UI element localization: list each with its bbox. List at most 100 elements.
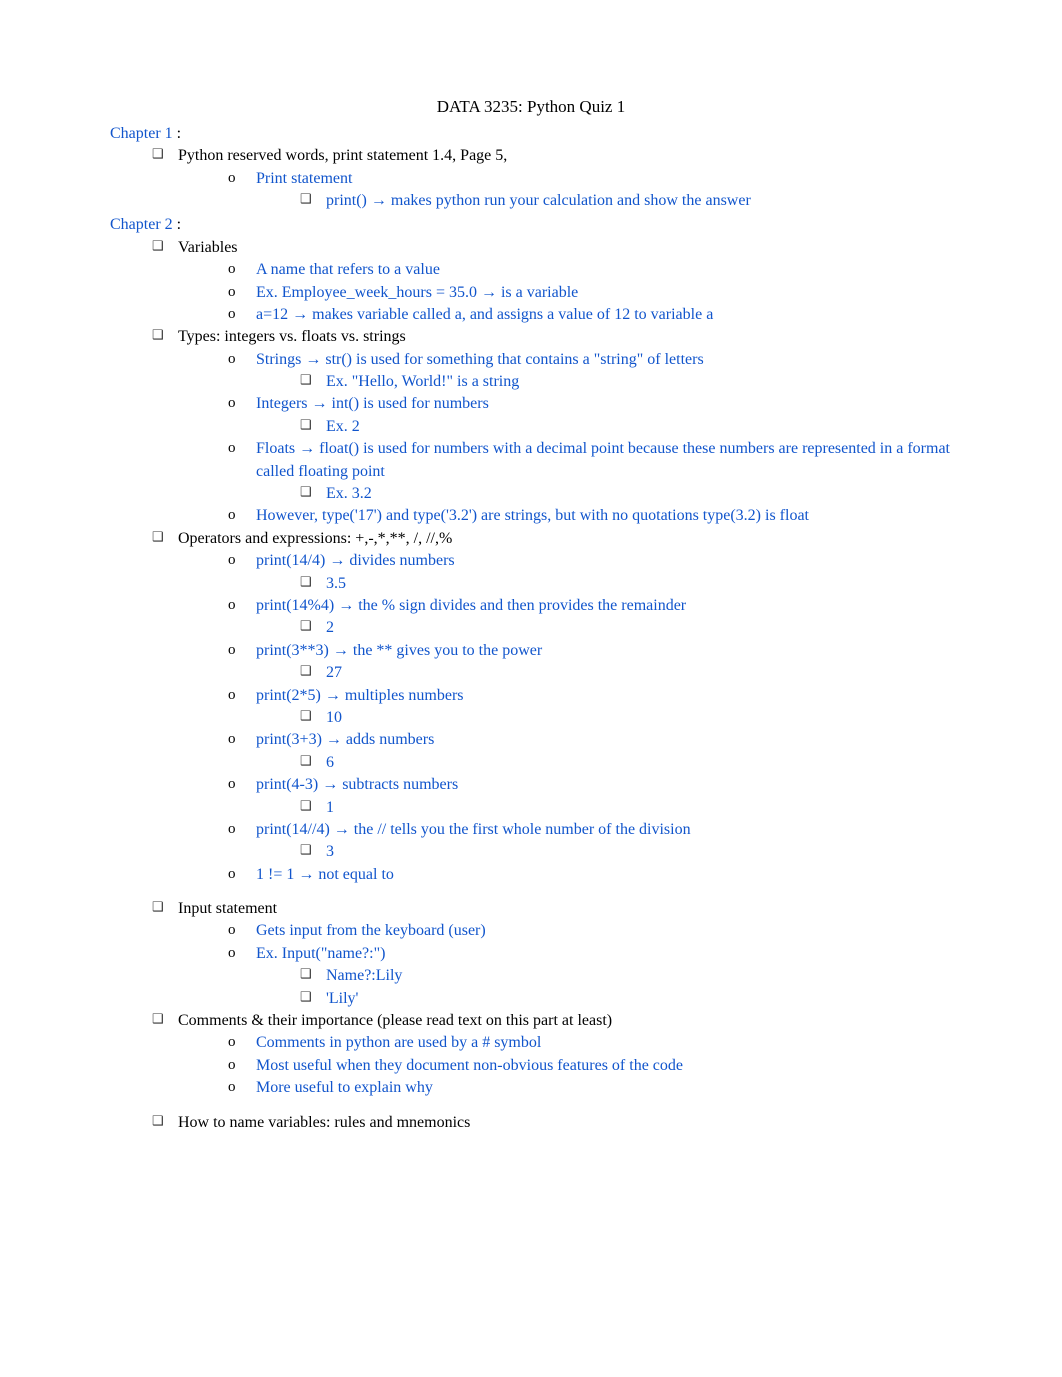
circle-bullet-icon: o: [228, 438, 238, 459]
square-bullet-icon: ❑: [152, 145, 160, 163]
circle-bullet-icon: o: [228, 864, 238, 885]
list-item: ❑ How to name variables: rules and mnemo…: [152, 1112, 952, 1134]
colon: :: [173, 216, 181, 233]
chapter-2-label: Chapter 2: [110, 216, 173, 233]
square-bullet-icon: ❑: [152, 898, 160, 916]
list-item: ❑ Variables: [152, 237, 952, 259]
list-item: ❑ Ex. 2: [300, 416, 952, 438]
item-text: Input statement: [178, 898, 952, 920]
item-text: 3.5: [326, 573, 952, 595]
circle-bullet-icon: o: [228, 595, 238, 616]
item-text: 6: [326, 752, 952, 774]
list-item: ❑ 10: [300, 707, 952, 729]
list-item: o Floats → float() is used for numbers w…: [228, 438, 952, 483]
item-text: Python reserved words, print statement 1…: [178, 145, 952, 167]
page-title: DATA 3235: Python Quiz 1: [110, 95, 952, 119]
list-item: o Ex. Input("name?:"): [228, 943, 952, 965]
square-bullet-icon: ❑: [300, 416, 308, 434]
chapter-2-heading: Chapter 2 :: [110, 214, 952, 236]
item-text: Operators and expressions: +,-,*,**, /, …: [178, 528, 952, 550]
list-item: o Ex. Employee_week_hours = 35.0 → is a …: [228, 282, 952, 304]
square-bullet-icon: ❑: [300, 797, 308, 815]
item-text: Gets input from the keyboard (user): [256, 920, 952, 942]
item-text: Strings → str() is used for something th…: [256, 349, 952, 371]
item-text: 2: [326, 617, 952, 639]
list-item: o However, type('17') and type('3.2') ar…: [228, 505, 952, 527]
item-text: Ex. Employee_week_hours = 35.0 → is a va…: [256, 282, 952, 304]
circle-bullet-icon: o: [228, 168, 238, 189]
circle-bullet-icon: o: [228, 819, 238, 840]
circle-bullet-icon: o: [228, 920, 238, 941]
list-item: o print(3**3) → the ** gives you to the …: [228, 640, 952, 662]
item-text: 3: [326, 841, 952, 863]
square-bullet-icon: ❑: [300, 707, 308, 725]
list-item: ❑ Ex. 3.2: [300, 483, 952, 505]
list-item: ❑ 6: [300, 752, 952, 774]
circle-bullet-icon: o: [228, 349, 238, 370]
list-item: o print(3+3) → adds numbers: [228, 729, 952, 751]
list-item: ❑ 3: [300, 841, 952, 863]
square-bullet-icon: ❑: [300, 573, 308, 591]
item-text: Types: integers vs. floats vs. strings: [178, 326, 952, 348]
list-item: o Most useful when they document non-obv…: [228, 1055, 952, 1077]
square-bullet-icon: ❑: [300, 190, 308, 208]
list-item: ❑ Python reserved words, print statement…: [152, 145, 952, 167]
square-bullet-icon: ❑: [300, 371, 308, 389]
list-item: ❑ Name?:Lily: [300, 965, 952, 987]
list-item: ❑ Operators and expressions: +,-,*,**, /…: [152, 528, 952, 550]
circle-bullet-icon: o: [228, 304, 238, 325]
item-text: 'Lily': [326, 988, 952, 1010]
item-text: print(2*5) → multiples numbers: [256, 685, 952, 707]
list-item: ❑ 27: [300, 662, 952, 684]
list-item: o Comments in python are used by a # sym…: [228, 1032, 952, 1054]
circle-bullet-icon: o: [228, 685, 238, 706]
item-text: print(4-3) → subtracts numbers: [256, 774, 952, 796]
item-text: Most useful when they document non-obvio…: [256, 1055, 952, 1077]
list-item: o print(14%4) → the % sign divides and t…: [228, 595, 952, 617]
item-text: Ex. 3.2: [326, 483, 952, 505]
item-text: More useful to explain why: [256, 1077, 952, 1099]
square-bullet-icon: ❑: [300, 841, 308, 859]
item-text: print(14/4) → divides numbers: [256, 550, 952, 572]
square-bullet-icon: ❑: [152, 528, 160, 546]
item-text: print(14%4) → the % sign divides and the…: [256, 595, 952, 617]
item-text: Ex. 2: [326, 416, 952, 438]
list-item: o a=12 → makes variable called a, and as…: [228, 304, 952, 326]
list-item: ❑ 2: [300, 617, 952, 639]
square-bullet-icon: ❑: [300, 483, 308, 501]
list-item: o Integers → int() is used for numbers: [228, 393, 952, 415]
circle-bullet-icon: o: [228, 259, 238, 280]
item-text: Comments & their importance (please read…: [178, 1010, 952, 1032]
list-item: o print(4-3) → subtracts numbers: [228, 774, 952, 796]
circle-bullet-icon: o: [228, 774, 238, 795]
item-text: print(14//4) → the // tells you the firs…: [256, 819, 952, 841]
list-item: o print(14/4) → divides numbers: [228, 550, 952, 572]
colon: :: [173, 125, 181, 142]
circle-bullet-icon: o: [228, 1055, 238, 1076]
square-bullet-icon: ❑: [300, 662, 308, 680]
list-item: ❑ Comments & their importance (please re…: [152, 1010, 952, 1032]
list-item: ❑ print() → makes python run your calcul…: [300, 190, 952, 212]
circle-bullet-icon: o: [228, 943, 238, 964]
square-bullet-icon: ❑: [152, 326, 160, 344]
square-bullet-icon: ❑: [300, 988, 308, 1006]
chapter-1-label: Chapter 1: [110, 125, 173, 142]
item-text: 1 != 1 → not equal to: [256, 864, 952, 886]
item-text: print(3+3) → adds numbers: [256, 729, 952, 751]
list-item: o print(2*5) → multiples numbers: [228, 685, 952, 707]
list-item: o 1 != 1 → not equal to: [228, 864, 952, 886]
list-item: ❑ Types: integers vs. floats vs. strings: [152, 326, 952, 348]
list-item: ❑ 3.5: [300, 573, 952, 595]
circle-bullet-icon: o: [228, 1077, 238, 1098]
item-text: Name?:Lily: [326, 965, 952, 987]
circle-bullet-icon: o: [228, 505, 238, 526]
item-text: a=12 → makes variable called a, and assi…: [256, 304, 952, 326]
item-text: 1: [326, 797, 952, 819]
square-bullet-icon: ❑: [152, 1112, 160, 1130]
circle-bullet-icon: o: [228, 550, 238, 571]
item-text: print() → makes python run your calculat…: [326, 190, 952, 212]
item-text: 10: [326, 707, 952, 729]
square-bullet-icon: ❑: [152, 1010, 160, 1028]
circle-bullet-icon: o: [228, 1032, 238, 1053]
item-text: A name that refers to a value: [256, 259, 952, 281]
